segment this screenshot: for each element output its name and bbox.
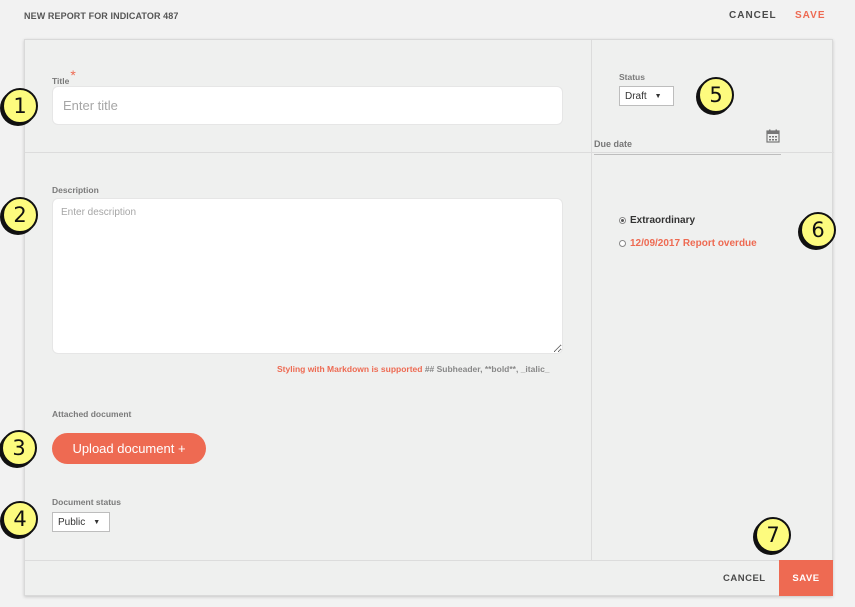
status-label: Status bbox=[619, 72, 645, 82]
upload-document-button[interactable]: Upload document + bbox=[52, 433, 206, 464]
callout-marker: 7 bbox=[755, 517, 791, 553]
radio-extraordinary[interactable]: Extraordinary bbox=[619, 215, 695, 226]
title-input[interactable] bbox=[52, 86, 563, 125]
due-date-label: Due date bbox=[594, 139, 633, 149]
footer-save-button[interactable]: SAVE bbox=[779, 560, 833, 596]
radio-unchecked-icon bbox=[619, 240, 626, 247]
document-status-label: Document status bbox=[52, 497, 121, 507]
footer-divider bbox=[25, 560, 834, 561]
callout-marker: 1 bbox=[2, 88, 38, 124]
radio-checked-icon bbox=[619, 217, 626, 224]
title-label: Title* bbox=[52, 67, 76, 87]
document-status-select[interactable]: Public ▼ bbox=[52, 512, 110, 532]
status-value: Draft bbox=[625, 90, 647, 102]
callout-marker: 6 bbox=[800, 212, 836, 248]
markdown-hint-syntax: ## Subheader, **bold**, _italic_ bbox=[422, 364, 550, 374]
description-label: Description bbox=[52, 185, 99, 195]
footer-cancel-button[interactable]: CANCEL bbox=[723, 573, 766, 584]
document-status-value: Public bbox=[58, 516, 86, 528]
description-textarea[interactable] bbox=[52, 198, 563, 354]
callout-marker: 2 bbox=[2, 197, 38, 233]
required-mark: * bbox=[70, 67, 76, 83]
callout-marker: 5 bbox=[698, 77, 734, 113]
report-form-card: Title* Description Styling with Markdown… bbox=[24, 39, 834, 596]
title-label-text: Title bbox=[52, 76, 70, 86]
due-date-field[interactable] bbox=[594, 154, 781, 155]
caret-down-icon: ▼ bbox=[93, 518, 101, 526]
top-bar: NEW REPORT FOR INDICATOR 487 CANCEL SAVE bbox=[0, 0, 855, 32]
callout-marker: 4 bbox=[2, 501, 38, 537]
radio-label: 12/09/2017 Report overdue bbox=[630, 238, 757, 249]
radio-report-overdue[interactable]: 12/09/2017 Report overdue bbox=[619, 238, 757, 249]
markdown-hint: Styling with Markdown is supported ## Su… bbox=[277, 364, 550, 374]
page-title: NEW REPORT FOR INDICATOR 487 bbox=[24, 11, 179, 21]
header-cancel-button[interactable]: CANCEL bbox=[729, 10, 777, 21]
calendar-icon[interactable] bbox=[766, 129, 780, 143]
status-select[interactable]: Draft ▼ bbox=[619, 86, 674, 106]
attached-document-label: Attached document bbox=[52, 409, 132, 419]
column-divider bbox=[591, 40, 592, 560]
caret-down-icon: ▼ bbox=[654, 92, 662, 100]
radio-label: Extraordinary bbox=[630, 215, 696, 226]
callout-marker: 3 bbox=[1, 430, 37, 466]
header-save-button[interactable]: SAVE bbox=[795, 10, 826, 21]
section-divider bbox=[25, 152, 834, 153]
markdown-hint-accent: Styling with Markdown is supported bbox=[277, 364, 423, 374]
